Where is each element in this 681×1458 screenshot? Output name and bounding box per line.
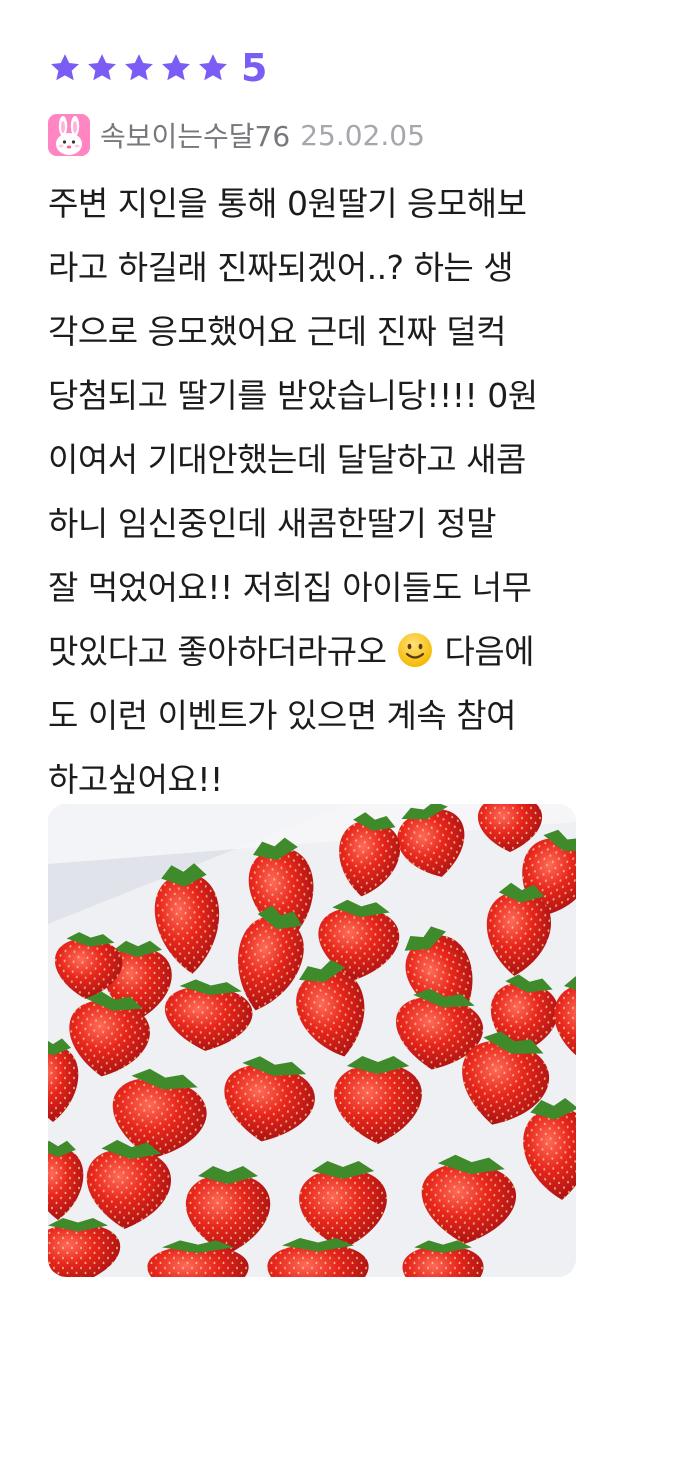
review-line: 하고싶어요!! <box>48 760 223 799</box>
rating-row: 5 <box>48 48 267 88</box>
star-icon <box>85 51 119 85</box>
review-line-text: 맛있다고 좋아하더라규오 <box>48 632 387 671</box>
author-name[interactable]: 속보이는수달76 <box>100 115 290 155</box>
review-line: 주변 지인을 통해 0원딸기 응모해보 <box>48 184 527 223</box>
review-line-text: 다음에 <box>444 632 535 671</box>
star-icon <box>48 51 82 85</box>
photo-image <box>48 804 576 1277</box>
review-line: 각으로 응모했어요 근데 진짜 덜컥 <box>48 312 507 351</box>
review-meta: 속보이는수달76 25.02.05 <box>48 114 425 156</box>
review-date: 25.02.05 <box>300 118 425 152</box>
review-line: 잘 먹었어요!! 저희집 아이들도 너무 <box>48 568 532 607</box>
bunny-avatar-icon[interactable] <box>48 114 90 156</box>
strawberries-in-tray-photo[interactable] <box>48 804 576 1277</box>
review-line: 도 이런 이벤트가 있으면 계속 참여 <box>48 696 517 735</box>
review-line: 이여서 기대안했는데 달달하고 새콤 <box>48 440 526 479</box>
slightly-smiling-face-icon <box>396 626 434 667</box>
star-icon <box>196 51 230 85</box>
star-icon <box>122 51 156 85</box>
star-rating <box>48 51 233 85</box>
review-line: 하니 임신중인데 새콤한딸기 정말 <box>48 504 497 543</box>
review-line-with-emoji: 맛있다고 좋아하더라규오 다음에 <box>48 620 648 684</box>
review-card: 5 속보이는수달76 25.02.05 주변 지인을 통해 0원딸기 응모해보 … <box>0 0 681 1458</box>
review-body: 주변 지인을 통해 0원딸기 응모해보 라고 하길래 진짜되겠어..? 하는 생… <box>48 172 648 812</box>
review-line: 라고 하길래 진짜되겠어..? 하는 생 <box>48 248 514 287</box>
star-icon <box>159 51 193 85</box>
review-line: 당첨되고 딸기를 받았습니당!!!! 0원 <box>48 376 538 415</box>
rating-value: 5 <box>241 46 268 90</box>
